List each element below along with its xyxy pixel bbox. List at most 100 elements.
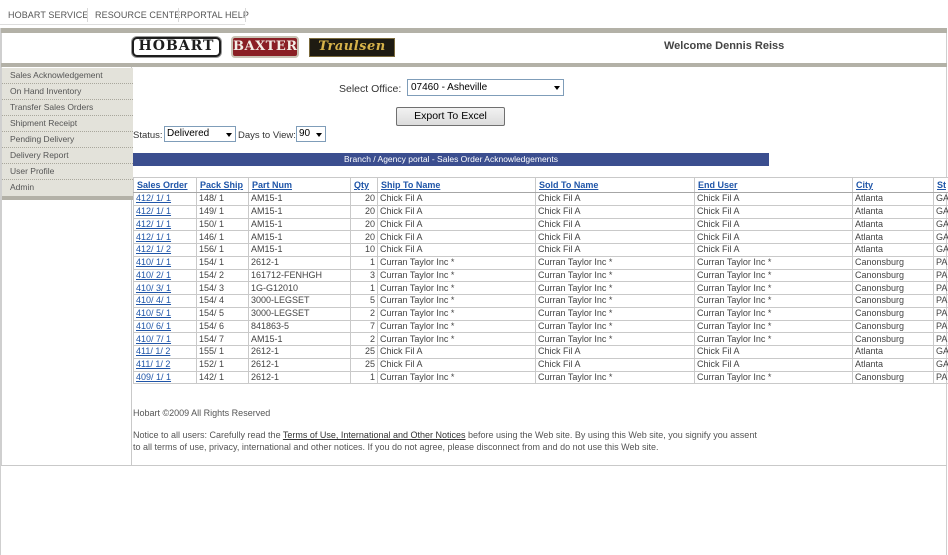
sales-order-link[interactable]: 412/ 1/ 2: [133, 243, 197, 257]
traulsen-logo: Traulsen: [309, 38, 395, 57]
column-header-pack-ship[interactable]: Pack Ship: [196, 177, 249, 193]
qty-cell: 25: [350, 345, 378, 359]
nav-resource-center[interactable]: RESOURCE CENTER: [95, 10, 187, 20]
pack-ship-cell: 149/ 1: [196, 204, 249, 219]
ship-to-name-cell: Curran Taylor Inc *: [377, 294, 536, 308]
sidebar-menu: Sales Acknowledgement On Hand Inventory …: [2, 68, 133, 200]
table-row: 411/ 1/ 2 155/ 1 2612-1 25 Chick Fil A Chick …: [133, 345, 948, 359]
qty-cell: 1: [350, 370, 378, 385]
pack-ship-cell: 156/ 1: [196, 243, 249, 257]
status-select[interactable]: Delivered: [164, 126, 236, 142]
end-user-cell: Chick Fil A: [694, 243, 853, 257]
sold-to-name-cell: Curran Taylor Inc *: [535, 268, 695, 283]
sidebar-item-pending-delivery[interactable]: Pending Delivery: [2, 132, 133, 148]
column-header-sold-to-name[interactable]: Sold To Name: [535, 177, 695, 193]
qty-cell: 10: [350, 243, 378, 257]
sales-order-link[interactable]: 410/ 1/ 1: [133, 255, 197, 270]
ship-to-name-cell: Curran Taylor Inc *: [377, 281, 536, 295]
city-cell: Canonsburg: [852, 294, 934, 308]
sales-order-link[interactable]: 410/ 4/ 1: [133, 294, 197, 308]
pack-ship-cell: 154/ 4: [196, 294, 249, 308]
terms-of-use-link[interactable]: Terms of Use, International and Other No…: [283, 430, 466, 440]
part-num-cell: 3000-LEGSET: [248, 306, 351, 321]
pack-ship-cell: 154/ 1: [196, 255, 249, 270]
state-cell: PA: [933, 281, 948, 295]
sales-order-link[interactable]: 412/ 1/ 1: [133, 217, 197, 232]
end-user-cell: Chick Fil A: [694, 192, 853, 206]
column-header-end-user[interactable]: End User: [694, 177, 853, 193]
table-row: 412/ 1/ 1 150/ 1 AM15-1 20 Chick Fil A Chick …: [133, 217, 948, 232]
sales-order-table: Sales Order Pack Ship Part Num Qty Ship …: [133, 177, 948, 385]
part-num-cell: 1G-G12010: [248, 281, 351, 295]
sidebar-item-admin[interactable]: Admin: [2, 180, 133, 196]
nav-separator: [87, 8, 88, 22]
sales-order-link[interactable]: 411/ 1/ 2: [133, 345, 197, 359]
office-select[interactable]: 07460 - Asheville: [407, 79, 564, 96]
sold-to-name-cell: Curran Taylor Inc *: [535, 370, 695, 385]
sidebar-item-delivery-report[interactable]: Delivery Report: [2, 148, 133, 164]
city-cell: Canonsburg: [852, 370, 934, 385]
sold-to-name-cell: Chick Fil A: [535, 345, 695, 359]
sidebar-item-user-profile[interactable]: User Profile: [2, 164, 133, 180]
end-user-cell: Chick Fil A: [694, 357, 853, 372]
end-user-cell: Chick Fil A: [694, 204, 853, 219]
column-header-state[interactable]: St: [933, 177, 948, 193]
part-num-cell: AM15-1: [248, 217, 351, 232]
sales-order-link[interactable]: 410/ 7/ 1: [133, 332, 197, 346]
sales-order-link[interactable]: 410/ 2/ 1: [133, 268, 197, 283]
state-cell: PA: [933, 332, 948, 346]
sold-to-name-cell: Chick Fil A: [535, 217, 695, 232]
state-cell: GA: [933, 345, 948, 359]
days-to-view-select[interactable]: 90: [296, 126, 326, 142]
sidebar-item-shipment-receipt[interactable]: Shipment Receipt: [2, 116, 133, 132]
ship-to-name-cell: Curran Taylor Inc *: [377, 319, 536, 334]
qty-cell: 20: [350, 230, 378, 244]
part-num-cell: AM15-1: [248, 243, 351, 257]
column-header-part-num[interactable]: Part Num: [248, 177, 351, 193]
top-navigation: HOBART SERVICE RESOURCE CENTER PORTAL HE…: [0, 0, 948, 28]
office-label: Select Office:: [339, 83, 402, 95]
chevron-down-icon: [554, 86, 560, 90]
ship-to-name-cell: Chick Fil A: [377, 243, 536, 257]
ship-to-name-cell: Curran Taylor Inc *: [377, 332, 536, 346]
export-to-excel-button[interactable]: Export To Excel: [396, 107, 505, 126]
state-cell: PA: [933, 319, 948, 334]
table-row: 410/ 7/ 1 154/ 7 AM15-1 2 Curran Taylor Inc …: [133, 332, 948, 346]
qty-cell: 5: [350, 294, 378, 308]
part-num-cell: 2612-1: [248, 370, 351, 385]
city-cell: Atlanta: [852, 192, 934, 206]
sales-order-link[interactable]: 410/ 6/ 1: [133, 319, 197, 334]
part-num-cell: AM15-1: [248, 192, 351, 206]
sales-order-link[interactable]: 412/ 1/ 1: [133, 192, 197, 206]
sidebar-item-on-hand-inventory[interactable]: On Hand Inventory: [2, 84, 133, 100]
column-header-city[interactable]: City: [852, 177, 934, 193]
sales-order-link[interactable]: 411/ 1/ 2: [133, 357, 197, 372]
qty-cell: 1: [350, 281, 378, 295]
table-row: 410/ 3/ 1 154/ 3 1G-G12010 1 Curran Taylor I…: [133, 281, 948, 295]
column-header-qty[interactable]: Qty: [350, 177, 378, 193]
sales-order-link[interactable]: 410/ 3/ 1: [133, 281, 197, 295]
nav-portal-help[interactable]: PORTAL HELP: [187, 10, 249, 20]
part-num-cell: 841863-5: [248, 319, 351, 334]
ship-to-name-cell: Curran Taylor Inc *: [377, 306, 536, 321]
sold-to-name-cell: Curran Taylor Inc *: [535, 255, 695, 270]
end-user-cell: Chick Fil A: [694, 345, 853, 359]
sidebar-item-sales-acknowledgement[interactable]: Sales Acknowledgement: [2, 68, 133, 84]
sidebar-item-transfer-sales-orders[interactable]: Transfer Sales Orders: [2, 100, 133, 116]
column-header-ship-to-name[interactable]: Ship To Name: [377, 177, 536, 193]
state-cell: PA: [933, 255, 948, 270]
sales-order-link[interactable]: 409/ 1/ 1: [133, 370, 197, 385]
column-header-sales-order[interactable]: Sales Order: [133, 177, 197, 193]
sales-order-link[interactable]: 412/ 1/ 1: [133, 230, 197, 244]
sales-order-link[interactable]: 410/ 5/ 1: [133, 306, 197, 321]
sales-order-link[interactable]: 412/ 1/ 1: [133, 204, 197, 219]
copyright-text: Hobart ©2009 All Rights Reserved: [133, 408, 271, 418]
sidebar-menu-end-band: [2, 196, 133, 200]
pack-ship-cell: 155/ 1: [196, 345, 249, 359]
city-cell: Atlanta: [852, 243, 934, 257]
sold-to-name-cell: Curran Taylor Inc *: [535, 306, 695, 321]
state-cell: GA: [933, 243, 948, 257]
qty-cell: 1: [350, 255, 378, 270]
sold-to-name-cell: Curran Taylor Inc *: [535, 332, 695, 346]
nav-hobart-service[interactable]: HOBART SERVICE: [8, 10, 88, 20]
